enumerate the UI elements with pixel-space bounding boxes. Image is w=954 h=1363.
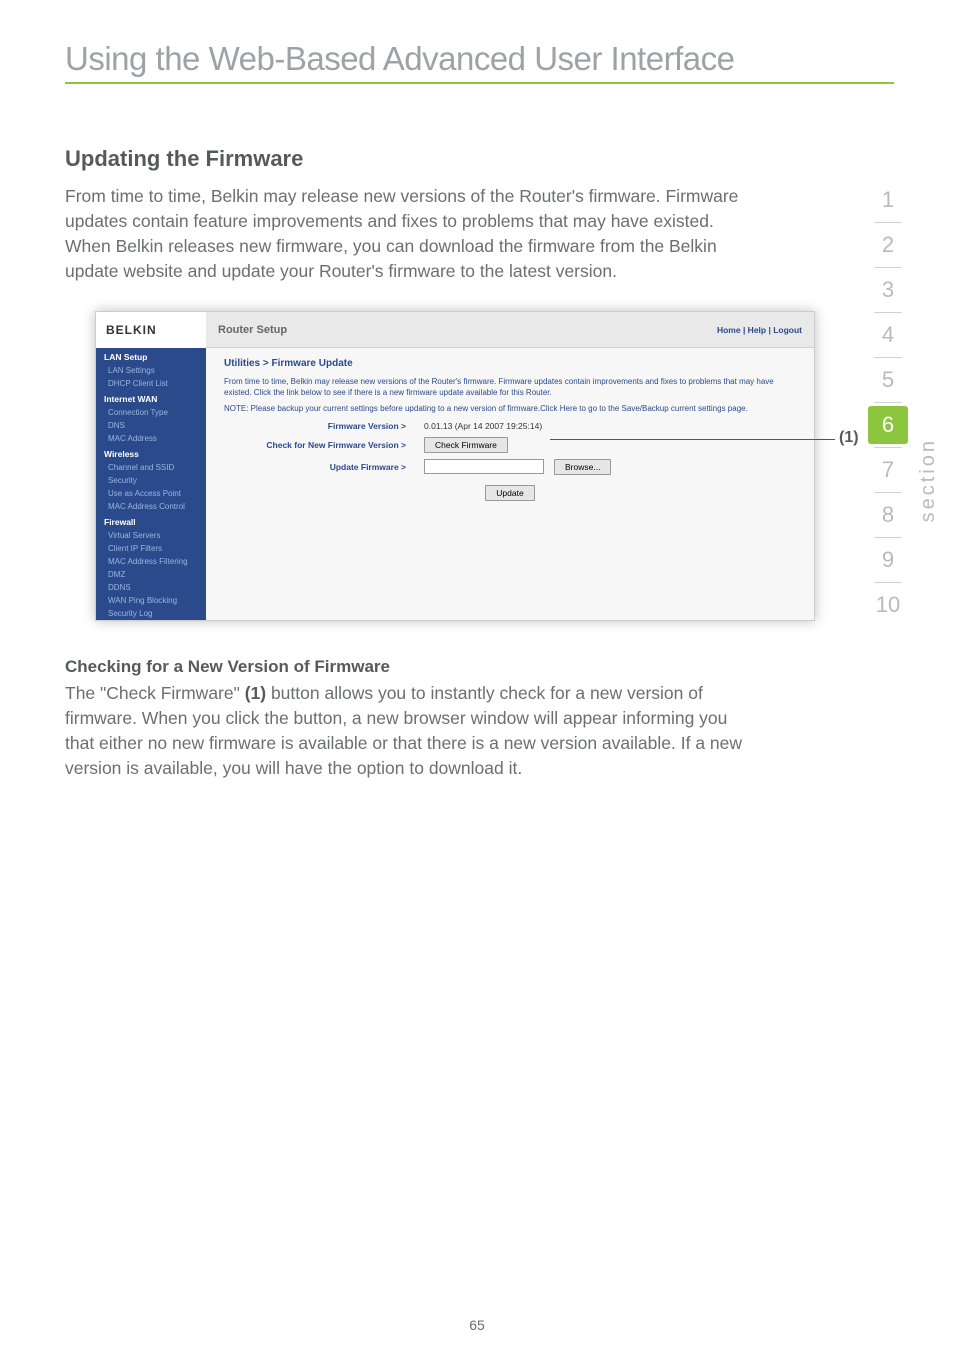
- title-underline: [65, 82, 894, 84]
- sidebar-groups: LAN SetupLAN SettingsDHCP Client ListInt…: [96, 348, 206, 620]
- section-nav-item[interactable]: 2: [868, 223, 908, 267]
- breadcrumb: Utilities > Firmware Update: [224, 358, 796, 369]
- sidebar-item[interactable]: Security: [96, 474, 206, 487]
- update-button[interactable]: Update: [485, 485, 534, 501]
- page-number: 65: [0, 1317, 954, 1333]
- firmware-intro-text: From time to time, Belkin may release ne…: [224, 377, 796, 398]
- check-firmware-button[interactable]: Check Firmware: [424, 437, 508, 453]
- router-ui-header-links[interactable]: Home | Help | Logout: [717, 325, 802, 335]
- subsection-heading: Checking for a New Version of Firmware: [65, 657, 894, 677]
- firmware-version-label: Firmware Version >: [224, 421, 424, 431]
- router-ui-header: Router Setup Home | Help | Logout: [206, 312, 814, 348]
- section-nav-item[interactable]: 7: [868, 448, 908, 492]
- section-nav-divider: [874, 402, 902, 403]
- sidebar-item[interactable]: Client IP Filters: [96, 542, 206, 555]
- page-title: Using the Web-Based Advanced User Interf…: [65, 40, 894, 78]
- section-nav-item[interactable]: 8: [868, 493, 908, 537]
- section-nav-item[interactable]: 1: [868, 178, 908, 222]
- section-nav-item[interactable]: 9: [868, 538, 908, 582]
- sidebar-item[interactable]: LAN Settings: [96, 364, 206, 377]
- firmware-note-text: NOTE: Please backup your current setting…: [224, 404, 796, 414]
- sidebar-item[interactable]: Security Log: [96, 607, 206, 620]
- sidebar-item[interactable]: Connection Type: [96, 406, 206, 419]
- sidebar-item[interactable]: DHCP Client List: [96, 377, 206, 390]
- sidebar-group-header: Firewall: [96, 513, 206, 529]
- sidebar-item[interactable]: DNS: [96, 419, 206, 432]
- subsection-paragraph: The "Check Firmware" (1) button allows y…: [65, 681, 745, 780]
- firmware-file-input[interactable]: [424, 459, 544, 474]
- router-ui-screenshot: BELKIN LAN SetupLAN SettingsDHCP Client …: [95, 311, 815, 621]
- sidebar-group-header: Wireless: [96, 445, 206, 461]
- section-vertical-label: section: [917, 438, 940, 522]
- router-ui-header-title: Router Setup: [218, 324, 287, 336]
- sidebar-item[interactable]: DMZ: [96, 568, 206, 581]
- sidebar-item[interactable]: MAC Address Control: [96, 500, 206, 513]
- update-firmware-label: Update Firmware >: [224, 462, 424, 472]
- browse-button[interactable]: Browse...: [554, 459, 611, 475]
- section-nav: 12345 6 78910: [868, 178, 908, 627]
- section-nav-item[interactable]: 6: [868, 406, 908, 444]
- sidebar-item[interactable]: DDNS: [96, 581, 206, 594]
- sidebar-item[interactable]: MAC Address: [96, 432, 206, 445]
- section-nav-item[interactable]: 3: [868, 268, 908, 312]
- section-nav-item[interactable]: 10: [868, 583, 908, 627]
- intro-paragraph: From time to time, Belkin may release ne…: [65, 184, 745, 283]
- section-heading: Updating the Firmware: [65, 146, 894, 172]
- sidebar-item[interactable]: MAC Address Filtering: [96, 555, 206, 568]
- check-firmware-label: Check for New Firmware Version >: [224, 440, 424, 450]
- firmware-version-value: 0.01.13 (Apr 14 2007 19:25:14): [424, 421, 542, 431]
- sidebar-group-header: LAN Setup: [96, 348, 206, 364]
- sidebar-item[interactable]: Virtual Servers: [96, 529, 206, 542]
- section-nav-item[interactable]: 4: [868, 313, 908, 357]
- sidebar-item[interactable]: Channel and SSID: [96, 461, 206, 474]
- callout-label-1: (1): [839, 429, 859, 447]
- sidebar-item[interactable]: Use as Access Point: [96, 487, 206, 500]
- callout-line: [550, 439, 835, 440]
- sidebar-item[interactable]: WAN Ping Blocking: [96, 594, 206, 607]
- section-nav-item[interactable]: 5: [868, 358, 908, 402]
- router-ui-brand: BELKIN: [106, 323, 157, 337]
- router-ui-sidebar: BELKIN LAN SetupLAN SettingsDHCP Client …: [96, 312, 206, 620]
- sidebar-group-header: Internet WAN: [96, 390, 206, 406]
